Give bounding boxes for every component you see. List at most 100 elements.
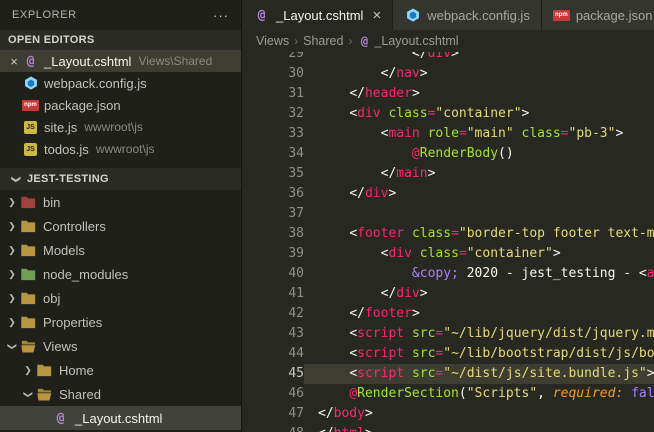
line-content: <div class="container"> [304, 104, 654, 124]
code-line-35[interactable]: 35 </main> [242, 164, 654, 184]
code-token: "~/lib/jquery/dist/jquery.min.js" [443, 326, 654, 341]
line-number[interactable]: 31 [242, 84, 304, 104]
tree-item-bin[interactable]: ❯ bin [0, 190, 241, 214]
code-line-40[interactable]: 40 &copy; 2020 - jest_testing - <a asp-a… [242, 264, 654, 284]
code-token: , [537, 386, 553, 401]
line-number[interactable]: 39 [242, 244, 304, 264]
code-token: class [521, 126, 561, 141]
code-token: "main" [466, 126, 514, 141]
code-token: > [521, 106, 530, 121]
tree-item-obj[interactable]: ❯ obj [0, 286, 241, 310]
code-token: = [458, 126, 467, 141]
tree-item-label: node_modules [43, 266, 129, 282]
line-number[interactable]: 41 [242, 284, 304, 304]
breadcrumb-item-_Layout.cshtml[interactable]: @ _Layout.cshtml [357, 34, 459, 48]
tree-item-node_modules[interactable]: ❯ node_modules [0, 262, 241, 286]
line-number[interactable]: 32 [242, 104, 304, 124]
line-number[interactable]: 44 [242, 344, 304, 364]
line-number[interactable]: 38 [242, 224, 304, 244]
line-number[interactable]: 35 [242, 164, 304, 184]
code-token: </ [349, 86, 365, 101]
open-editor-item[interactable]: npm package.json [0, 94, 241, 116]
line-number[interactable]: 36 [242, 184, 304, 204]
file-name: _Layout.cshtml [44, 53, 132, 69]
line-content: </header> [304, 84, 654, 104]
code-line-29[interactable]: 29 </div> [242, 52, 654, 64]
more-actions-icon[interactable]: ··· [213, 8, 229, 23]
code-token: < [638, 266, 647, 281]
code-line-46[interactable]: 46 @RenderSection("Scripts", required: f… [242, 384, 654, 404]
line-number[interactable]: 48 [242, 424, 304, 432]
razor-icon: @ [26, 53, 35, 69]
line-content: </nav> [304, 64, 654, 84]
line-number[interactable]: 40 [242, 264, 304, 284]
line-content: </html> [304, 424, 654, 432]
code-line-38[interactable]: 38 <footer class="border-top footer text… [242, 224, 654, 244]
breadcrumb-item-Views[interactable]: Views [256, 34, 289, 48]
line-content: </div> [304, 52, 654, 64]
open-editor-item[interactable]: JS todos.js wwwroot\js [0, 138, 241, 160]
file-name: package.json [44, 97, 121, 113]
code-line-43[interactable]: 43 <script src="~/lib/jquery/dist/jquery… [242, 324, 654, 344]
tree-item-Models[interactable]: ❯ Models [0, 238, 241, 262]
open-editor-item[interactable]: JS site.js wwwroot\js [0, 116, 241, 138]
tab-label: _Layout.cshtml [276, 7, 364, 23]
line-number[interactable]: 34 [242, 144, 304, 164]
folder-icon [36, 364, 53, 377]
code-token: </ [380, 66, 397, 81]
line-number[interactable]: 43 [242, 324, 304, 344]
code-token: "pb-3" [568, 126, 616, 141]
webpack-icon [404, 8, 421, 22]
open-editor-item[interactable]: × @ _Layout.cshtml Views\Shared [0, 50, 241, 72]
code-line-34[interactable]: 34 @RenderBody() [242, 144, 654, 164]
tree-item-Properties[interactable]: ❯ Properties [0, 310, 241, 334]
project-section-header[interactable]: ❯ JEST-TESTING [0, 168, 241, 190]
code-line-33[interactable]: 33 <main role="main" class="pb-3"> [242, 124, 654, 144]
line-number[interactable]: 29 [242, 52, 304, 64]
tab-package.json[interactable]: npm package.json [541, 0, 654, 30]
tree-item-Views[interactable]: ❯ Views [0, 334, 241, 358]
line-number[interactable]: 45 [242, 364, 304, 384]
tab-_Layout.cshtml[interactable]: @ _Layout.cshtml × [242, 0, 394, 30]
code-line-36[interactable]: 36 </div> [242, 184, 654, 204]
tree-item-label: obj [43, 290, 61, 306]
tree-item-Controllers[interactable]: ❯ Controllers [0, 214, 241, 238]
line-number[interactable]: 46 [242, 384, 304, 404]
line-number[interactable]: 37 [242, 204, 304, 224]
tree-item-Shared[interactable]: ❯ Shared [0, 382, 241, 406]
code-line-48[interactable]: 48</html> [242, 424, 654, 432]
code-line-47[interactable]: 47 </body> [242, 404, 654, 424]
line-content: &copy; 2020 - jest_testing - <a asp-area… [304, 264, 654, 284]
code-token: > [365, 426, 373, 432]
code-line-39[interactable]: 39 <div class="container"> [242, 244, 654, 264]
code-line-31[interactable]: 31 </header> [242, 84, 654, 104]
line-number[interactable]: 42 [242, 304, 304, 324]
code-line-44[interactable]: 44 <script src="~/lib/bootstrap/dist/js/… [242, 344, 654, 364]
open-editors-header-label: OPEN EDITORS [8, 34, 95, 46]
explorer-title: EXPLORER [12, 9, 77, 21]
line-number[interactable]: 30 [242, 64, 304, 84]
open-editors-header[interactable]: OPEN EDITORS [0, 30, 241, 50]
line-number[interactable]: 33 [242, 124, 304, 144]
code-line-37[interactable]: 37 [242, 204, 654, 224]
code-line-30[interactable]: 30 </nav> [242, 64, 654, 84]
code-line-45[interactable]: 45 <script src="~/dist/js/site.bundle.js… [242, 364, 654, 384]
code-token: header [364, 86, 412, 101]
tree-item-_Layout.cshtml[interactable]: @ _Layout.cshtml [0, 406, 241, 430]
breadcrumb-item-Shared[interactable]: Shared [303, 34, 343, 48]
code-line-32[interactable]: 32 <div class="container"> [242, 104, 654, 124]
open-editor-item[interactable]: webpack.config.js [0, 72, 241, 94]
line-number[interactable]: 47 [242, 404, 304, 424]
code-line-41[interactable]: 41 </div> [242, 284, 654, 304]
close-icon[interactable]: × [372, 8, 381, 23]
close-icon[interactable]: × [6, 54, 22, 69]
code-line-42[interactable]: 42 </footer> [242, 304, 654, 324]
npm-icon: npm [22, 99, 39, 111]
tree-item-Home[interactable]: ❯ Home [0, 358, 241, 382]
tab-webpack.config.js[interactable]: webpack.config.js [393, 0, 542, 30]
